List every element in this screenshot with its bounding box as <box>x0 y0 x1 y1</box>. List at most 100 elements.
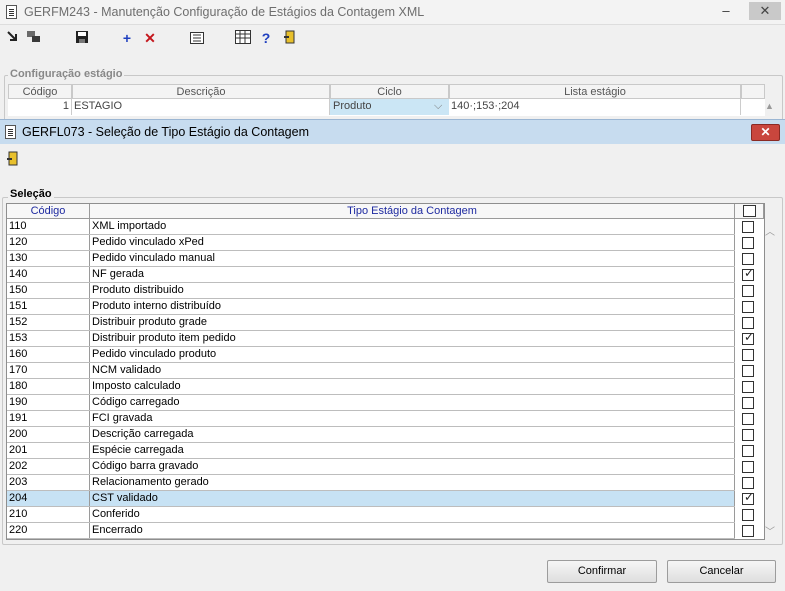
table-row[interactable]: 150 Produto distribuido <box>7 283 735 299</box>
cell-codigo[interactable]: 210 <box>7 507 90 522</box>
cell-tipo-estagio[interactable]: Distribuir produto item pedido <box>90 331 735 346</box>
cell-tipo-estagio[interactable]: XML importado <box>90 219 735 234</box>
cell-lista-estagio[interactable]: 140·;153·;204 <box>449 99 741 115</box>
cell-codigo[interactable]: 153 <box>7 331 90 346</box>
col-header-codigo[interactable]: Código <box>8 84 72 99</box>
col-header-tipo-estagio[interactable]: Tipo Estágio da Contagem <box>90 204 735 219</box>
table-row[interactable]: 160 Pedido vinculado produto <box>7 347 735 363</box>
row-checkbox[interactable] <box>742 509 754 521</box>
cell-codigo[interactable]: 202 <box>7 459 90 474</box>
cell-tipo-estagio[interactable]: Distribuir produto grade <box>90 315 735 330</box>
add-icon[interactable]: + <box>118 29 136 47</box>
cell-codigo[interactable]: 200 <box>7 427 90 442</box>
cell-tipo-estagio[interactable]: Código carregado <box>90 395 735 410</box>
cell-codigo[interactable]: 170 <box>7 363 90 378</box>
col-header-lista[interactable]: Lista estágio <box>449 84 741 99</box>
row-checkbox[interactable]: ✓ <box>742 267 754 281</box>
cell-codigo[interactable]: 191 <box>7 411 90 426</box>
cell-codigo[interactable]: 1 <box>8 99 72 115</box>
cell-codigo[interactable]: 120 <box>7 235 90 250</box>
col-header-codigo[interactable]: Código <box>7 204 90 219</box>
cell-tipo-estagio[interactable]: Pedido vinculado xPed <box>90 235 735 250</box>
table-row[interactable]: 210 Conferido <box>7 507 735 523</box>
table-row[interactable]: 170 NCM validado <box>7 363 735 379</box>
row-checkbox[interactable] <box>742 413 754 425</box>
table-row[interactable]: 220 Encerrado <box>7 523 735 539</box>
save-icon[interactable] <box>73 30 91 48</box>
cell-codigo[interactable]: 201 <box>7 443 90 458</box>
table-row[interactable]: 180 Imposto calculado <box>7 379 735 395</box>
cell-codigo[interactable]: 160 <box>7 347 90 362</box>
copy-windows-icon[interactable] <box>25 30 43 48</box>
col-header-descricao[interactable]: Descrição <box>72 84 330 99</box>
exit-door-icon[interactable] <box>4 151 22 169</box>
table-row[interactable]: 202 Código barra gravado <box>7 459 735 475</box>
calendar-grid-icon[interactable] <box>234 30 252 48</box>
cell-codigo[interactable]: 180 <box>7 379 90 394</box>
table-row[interactable]: 203 Relacionamento gerado <box>7 475 735 491</box>
table-row[interactable]: 191 FCI gravada <box>7 411 735 427</box>
row-checkbox[interactable] <box>742 349 754 361</box>
row-checkbox[interactable] <box>742 237 754 249</box>
scroll-down-icon[interactable]: ﹀ <box>765 523 775 538</box>
exit-door-icon[interactable] <box>281 30 299 48</box>
row-checkbox[interactable] <box>742 381 754 393</box>
cell-codigo[interactable]: 190 <box>7 395 90 410</box>
table-row[interactable]: 190 Código carregado <box>7 395 735 411</box>
row-checkbox[interactable]: ✓ <box>742 331 754 345</box>
close-button[interactable]: ✕ <box>749 2 781 20</box>
table-row[interactable]: 200 Descrição carregada <box>7 427 735 443</box>
chevron-down-icon[interactable]: ⌵ <box>434 99 442 114</box>
row-checkbox[interactable] <box>742 301 754 313</box>
confirm-button[interactable]: Confirmar <box>547 560 657 583</box>
delete-icon[interactable]: ✕ <box>141 29 159 47</box>
cell-tipo-estagio[interactable]: Pedido vinculado produto <box>90 347 735 362</box>
col-header-ciclo[interactable]: Ciclo <box>330 84 449 99</box>
select-all-checkbox[interactable] <box>743 205 756 217</box>
dialog-close-button[interactable]: ✕ <box>751 124 780 141</box>
scroll-up-icon[interactable]: ︿ <box>765 223 775 238</box>
row-checkbox[interactable] <box>742 461 754 473</box>
row-checkbox[interactable] <box>742 317 754 329</box>
row-checkbox[interactable] <box>742 365 754 377</box>
row-checkbox[interactable] <box>742 285 754 297</box>
cell-codigo[interactable]: 152 <box>7 315 90 330</box>
cell-codigo[interactable]: 150 <box>7 283 90 298</box>
cell-codigo[interactable]: 204 <box>7 491 90 506</box>
table-row[interactable]: 151 Produto interno distribuído <box>7 299 735 315</box>
details-icon[interactable] <box>188 30 206 48</box>
row-checkbox[interactable] <box>742 397 754 409</box>
select-all-header[interactable] <box>735 204 764 219</box>
row-checkbox[interactable] <box>742 525 754 537</box>
cell-tipo-estagio[interactable]: Encerrado <box>90 523 735 538</box>
cancel-button[interactable]: Cancelar <box>667 560 776 583</box>
cell-tipo-estagio[interactable]: Conferido <box>90 507 735 522</box>
cell-tipo-estagio[interactable]: Espécie carregada <box>90 443 735 458</box>
cell-tipo-estagio[interactable]: Código barra gravado <box>90 459 735 474</box>
cell-tipo-estagio[interactable]: NCM validado <box>90 363 735 378</box>
cell-tipo-estagio[interactable]: Pedido vinculado manual <box>90 251 735 266</box>
table-row[interactable]: 140 NF gerada <box>7 267 735 283</box>
cell-codigo[interactable]: 140 <box>7 267 90 282</box>
row-checkbox[interactable] <box>742 429 754 441</box>
cell-tipo-estagio[interactable]: NF gerada <box>90 267 735 282</box>
row-checkbox[interactable] <box>742 221 754 233</box>
cell-codigo[interactable]: 203 <box>7 475 90 490</box>
table-row[interactable]: 120 Pedido vinculado xPed <box>7 235 735 251</box>
table-row[interactable]: 204 CST validado <box>7 491 735 507</box>
cell-tipo-estagio[interactable]: Relacionamento gerado <box>90 475 735 490</box>
row-checkbox[interactable] <box>742 253 754 265</box>
table-row[interactable]: 153 Distribuir produto item pedido <box>7 331 735 347</box>
cell-codigo[interactable]: 151 <box>7 299 90 314</box>
row-checkbox[interactable] <box>742 445 754 457</box>
minimize-button[interactable]: – <box>713 2 739 20</box>
cell-codigo[interactable]: 110 <box>7 219 90 234</box>
cell-tipo-estagio[interactable]: FCI gravada <box>90 411 735 426</box>
cell-tipo-estagio[interactable]: CST validado <box>90 491 735 506</box>
cell-tipo-estagio[interactable]: Produto interno distribuído <box>90 299 735 314</box>
cell-codigo[interactable]: 220 <box>7 523 90 538</box>
row-checkbox[interactable] <box>742 477 754 489</box>
cell-tipo-estagio[interactable]: Descrição carregada <box>90 427 735 442</box>
cell-descricao[interactable]: ESTAGIO <box>72 99 330 115</box>
cell-codigo[interactable]: 130 <box>7 251 90 266</box>
